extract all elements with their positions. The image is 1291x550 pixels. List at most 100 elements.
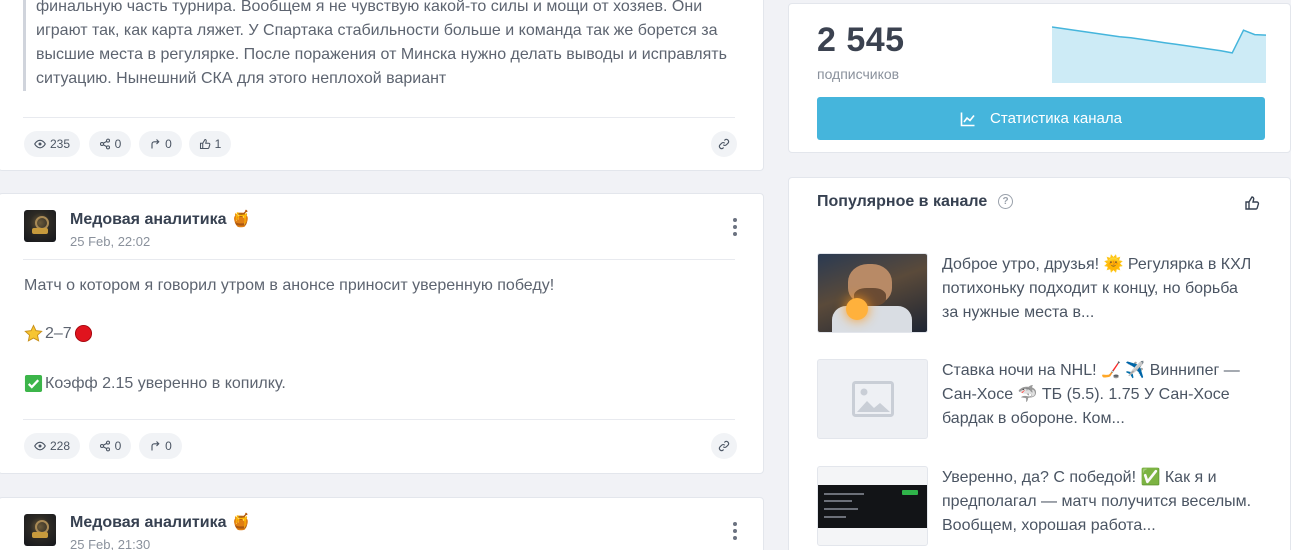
subscribers-count: 2 545 (817, 21, 905, 59)
post-quote: финальную часть турнира. Вообщем я не чу… (23, 0, 743, 91)
dot (733, 225, 737, 229)
coef-text: Коэфф 2.15 уверенно в копилку. (45, 374, 286, 392)
popular-title: Популярное в канале (817, 193, 988, 210)
thumbs-up-icon (199, 138, 211, 150)
line-chart-icon (960, 112, 975, 126)
copy-link-button[interactable] (711, 433, 737, 459)
copy-link-button[interactable] (711, 131, 737, 157)
likes-count: 1 (214, 137, 222, 151)
popular-text-line: Вообщем, хорошая работа... (942, 517, 1156, 534)
channel-statistics-label: Статистика канала (990, 110, 1122, 127)
eye-icon (34, 139, 46, 149)
more-options-button[interactable] (732, 218, 738, 236)
share-icon (99, 440, 110, 452)
dot (733, 536, 737, 540)
link-icon (718, 440, 730, 452)
post-date[interactable]: 25 Feb, 22:02 (70, 234, 150, 249)
popular-text-line: бардак в обороне. Ком... (942, 410, 1125, 427)
author-name-text: Медовая аналитика (70, 514, 227, 531)
divider (23, 259, 735, 260)
link-icon (718, 138, 730, 150)
post-text-line: ситуацию. Нынешний СКА для этого неплохо… (36, 70, 447, 87)
check-mark-icon (24, 374, 43, 393)
screenshot-line (824, 493, 864, 495)
forwards-count: 0 (165, 439, 172, 453)
screenshot-line (824, 500, 852, 502)
author-name[interactable]: Медовая аналитика 🍯 (70, 512, 251, 532)
help-icon[interactable]: ? (998, 194, 1013, 209)
dot (733, 522, 737, 526)
author-name-text: Медовая аналитика (70, 211, 227, 228)
forwards-counter[interactable]: 0 (139, 433, 182, 459)
popular-item-text: Доброе утро, друзья! 🌞 Регулярка в КХЛ п… (942, 253, 1272, 325)
channel-avatar[interactable] (24, 514, 56, 546)
popular-in-channel-card: Популярное в канале ? Доброе утро, друзь… (788, 177, 1291, 550)
shares-count: 0 (114, 439, 122, 453)
sparkline-area (1052, 27, 1266, 83)
post-date[interactable]: 25 Feb, 21:30 (70, 537, 150, 550)
popular-item-text: Ставка ночи на NHL! 🏒 ✈️ Виннипег — Сан-… (942, 359, 1272, 431)
red-circle-icon (74, 324, 92, 343)
subscribers-sparkline (1052, 26, 1266, 83)
channel-statistics-button[interactable]: Статистика канала (817, 97, 1265, 140)
shares-counter[interactable]: 0 (89, 131, 131, 157)
thumbs-up-icon[interactable] (1244, 195, 1260, 211)
forwards-counter[interactable]: 0 (139, 131, 182, 157)
popular-item[interactable]: Ставка ночи на NHL! 🏒 ✈️ Виннипег — Сан-… (817, 359, 1277, 439)
channel-avatar[interactable] (24, 210, 56, 242)
forward-icon (151, 139, 160, 149)
author-name[interactable]: Медовая аналитика 🍯 (70, 209, 251, 229)
image-placeholder-thumbnail (817, 359, 928, 439)
channel-stats-card: 2 545 подписчиков Статистика канала (788, 3, 1291, 153)
eye-icon (34, 441, 46, 451)
popular-text-line: потихоньку подходит к концу, но борьба (942, 280, 1238, 297)
views-counter[interactable]: 235 (24, 131, 80, 157)
popular-text-line: Ставка ночи на NHL! 🏒 ✈️ Виннипег — (942, 362, 1240, 379)
more-options-button[interactable] (732, 522, 738, 540)
views-count: 235 (49, 137, 71, 151)
popular-item[interactable]: Доброе утро, друзья! 🌞 Регулярка в КХЛ п… (817, 253, 1277, 333)
dot (733, 218, 737, 222)
popular-text-line: Доброе утро, друзья! 🌞 Регулярка в КХЛ (942, 256, 1252, 273)
forward-icon (151, 441, 160, 451)
views-count: 228 (49, 439, 71, 453)
popular-text-line: предполагал — матч получится веселым. (942, 493, 1252, 510)
views-counter[interactable]: 228 (24, 433, 80, 459)
forwards-count: 0 (165, 137, 172, 151)
hockey-player-thumbnail (817, 253, 928, 333)
post-card: финальную часть турнира. Вообщем я не чу… (0, 0, 764, 171)
popular-item-text: Уверенно, да? С победой! ✅ Как я и предп… (942, 466, 1272, 538)
post-card: Медовая аналитика 🍯 25 Feb, 22:02 Матч о… (0, 193, 764, 474)
shares-counter[interactable]: 0 (89, 433, 131, 459)
divider (23, 117, 735, 118)
popular-item[interactable]: Уверенно, да? С победой! ✅ Как я и предп… (817, 466, 1277, 546)
glow (846, 298, 868, 320)
post-text-line: высшие места в регулярке. После поражени… (36, 46, 727, 63)
divider (23, 419, 735, 420)
honey-pot-icon: 🍯 (230, 514, 251, 531)
star-icon (24, 324, 43, 342)
post-text-line: играют так, как карта ляжет. У Спартака … (36, 22, 718, 39)
popular-text-line: Уверенно, да? С победой! ✅ Как я и (942, 469, 1217, 486)
shares-count: 0 (114, 137, 122, 151)
post-text-line: Матч о котором я говорил утром в анонсе … (24, 277, 555, 294)
post-score-line: 2–7 (24, 324, 93, 343)
score-text: 2–7 (45, 324, 72, 342)
share-icon (99, 138, 110, 150)
popular-text-line: за нужные места в... (942, 304, 1095, 321)
likes-counter[interactable]: 1 (189, 131, 231, 157)
bet-screenshot-thumbnail (817, 466, 928, 546)
screenshot-line (824, 516, 846, 518)
jersey (832, 306, 912, 332)
screenshot-line (824, 508, 858, 510)
post-text-line: финальную часть турнира. Вообщем я не чу… (36, 0, 703, 15)
image-placeholder-icon (851, 381, 894, 417)
dot (733, 529, 737, 533)
subscribers-label: подписчиков (817, 66, 900, 82)
screenshot-green-badge (902, 490, 918, 495)
post-card: Медовая аналитика 🍯 25 Feb, 21:30 (0, 497, 764, 550)
dot (733, 232, 737, 236)
popular-text-line: Сан-Хосе 🦈 ТБ (5.5). 1.75 У Сан-Хосе (942, 386, 1230, 403)
honey-pot-icon: 🍯 (230, 211, 251, 228)
post-coef-line: Коэфф 2.15 уверенно в копилку. (24, 374, 286, 393)
